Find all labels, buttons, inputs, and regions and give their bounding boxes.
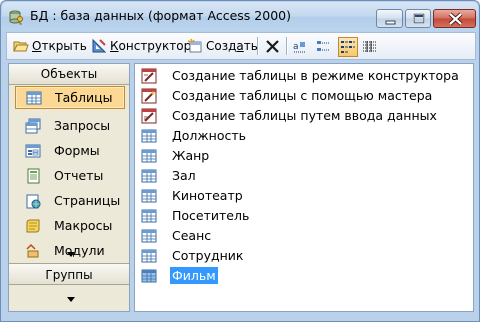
object-item-label: Страницы bbox=[54, 193, 121, 208]
list-item[interactable]: Создание таблицы в режиме конструктора bbox=[141, 66, 461, 85]
window-title: БД : база данных (формат Access 2000) bbox=[30, 8, 291, 23]
query-icon bbox=[25, 118, 41, 133]
create-accel: а bbox=[236, 39, 244, 53]
design-accel: К bbox=[110, 39, 119, 53]
object-item-pages[interactable]: Страницы bbox=[15, 189, 125, 212]
object-item-label: Макросы bbox=[54, 218, 113, 233]
object-item-reports[interactable]: Отчеты bbox=[15, 164, 125, 187]
list-item-label: Сеанс bbox=[172, 228, 212, 243]
list-item[interactable]: Зал bbox=[141, 166, 198, 185]
list-item-label: Создание таблицы в режиме конструктора bbox=[172, 68, 459, 83]
object-item-queries[interactable]: Запросы bbox=[15, 114, 125, 137]
design-icon bbox=[92, 38, 107, 53]
list-item-label: Жанр bbox=[172, 148, 210, 163]
list-item[interactable]: Жанр bbox=[141, 146, 211, 165]
svg-text:a: a bbox=[293, 42, 299, 52]
toolbar-separator bbox=[257, 37, 258, 55]
object-item-macros[interactable]: Макросы bbox=[15, 214, 125, 237]
table-icon bbox=[141, 249, 157, 262]
object-item-tables[interactable]: Таблицы bbox=[15, 86, 125, 109]
form-icon bbox=[25, 144, 41, 157]
create-button[interactable]: Создать bbox=[187, 35, 258, 57]
list-item-label: Фильм bbox=[170, 267, 218, 284]
list-item[interactable]: Сеанс bbox=[141, 226, 213, 245]
wizard-icon bbox=[141, 88, 157, 103]
delete-button[interactable] bbox=[263, 37, 283, 57]
maximize-button[interactable] bbox=[405, 9, 431, 28]
list-item[interactable]: Кинотеатр bbox=[141, 186, 245, 205]
list-item-label: Кинотеатр bbox=[172, 188, 243, 203]
database-window: БД : база данных (формат Access 2000) От… bbox=[0, 0, 480, 322]
large-icons-view-button[interactable]: a bbox=[290, 37, 310, 57]
open-icon bbox=[13, 41, 29, 52]
list-item-label: Посетитель bbox=[172, 208, 250, 223]
list-item-label: Создание таблицы с помощью мастера bbox=[172, 88, 433, 103]
toolbar-separator-2 bbox=[286, 37, 287, 55]
title-bar[interactable]: БД : база данных (формат Access 2000) bbox=[2, 2, 478, 31]
maximize-icon bbox=[413, 13, 425, 24]
wizard-data-icon bbox=[141, 108, 157, 123]
object-item-modules[interactable]: Модули bbox=[15, 239, 125, 262]
table-icon bbox=[141, 269, 157, 282]
design-button[interactable]: Конструктор bbox=[91, 35, 191, 57]
table-icon bbox=[26, 91, 42, 104]
close-button[interactable] bbox=[433, 9, 476, 28]
groups-header[interactable]: Группы bbox=[9, 263, 129, 285]
table-icon bbox=[141, 229, 157, 242]
toolbar: Открыть Конструктор Создать a bbox=[6, 32, 476, 60]
details-view-button[interactable] bbox=[360, 37, 380, 57]
report-icon bbox=[27, 168, 40, 183]
object-item-label: Формы bbox=[54, 143, 100, 158]
module-icon bbox=[26, 243, 39, 257]
objects-scroll-down-icon[interactable] bbox=[67, 252, 75, 257]
table-icon bbox=[141, 209, 157, 222]
list-item[interactable]: Посетитель bbox=[141, 206, 251, 225]
objects-list-pane: Создание таблицы в режиме конструктора С… bbox=[134, 63, 474, 312]
macro-icon bbox=[26, 219, 40, 232]
table-icon bbox=[141, 169, 157, 182]
minimize-button[interactable] bbox=[376, 9, 403, 28]
objects-bar: Объекты Таблицы Запросы Формы Отчеты Стр… bbox=[8, 63, 130, 312]
object-item-label: Модули bbox=[54, 243, 105, 258]
open-button[interactable]: Открыть bbox=[13, 35, 87, 57]
create-label-start: Созд bbox=[206, 39, 237, 53]
create-label-end: ть bbox=[243, 39, 258, 53]
list-item-selected[interactable]: Фильм bbox=[141, 266, 218, 285]
list-item-label: Сотрудник bbox=[172, 248, 244, 263]
list-item-label: Зал bbox=[172, 168, 196, 183]
table-icon bbox=[141, 189, 157, 202]
small-icons-view-icon bbox=[317, 41, 330, 51]
wizard-design-icon bbox=[141, 68, 157, 83]
create-icon bbox=[187, 38, 202, 53]
list-view-icon bbox=[341, 41, 355, 53]
object-item-label: Запросы bbox=[54, 118, 111, 133]
groups-scroll-down-icon[interactable] bbox=[67, 297, 75, 302]
list-item-label: Должность bbox=[172, 128, 247, 143]
details-view-icon bbox=[363, 41, 377, 52]
small-icons-view-button[interactable] bbox=[314, 37, 334, 57]
close-icon bbox=[448, 12, 463, 26]
list-item[interactable]: Создание таблицы с помощью мастера bbox=[141, 86, 434, 105]
groups-area bbox=[9, 285, 129, 311]
list-item[interactable]: Сотрудник bbox=[141, 246, 245, 265]
object-item-label: Таблицы bbox=[55, 90, 113, 105]
large-icons-view-icon: a bbox=[293, 42, 306, 53]
object-item-forms[interactable]: Формы bbox=[15, 139, 125, 162]
page-icon bbox=[26, 194, 41, 208]
object-item-label: Отчеты bbox=[54, 168, 104, 183]
database-key-icon bbox=[9, 10, 23, 25]
table-icon bbox=[141, 149, 157, 162]
list-item[interactable]: Создание таблицы путем ввода данных bbox=[141, 106, 439, 125]
list-view-button[interactable] bbox=[338, 37, 358, 57]
delete-icon bbox=[266, 40, 279, 53]
list-item[interactable]: Должность bbox=[141, 126, 248, 145]
open-label-rest: ткрыть bbox=[41, 39, 87, 53]
objects-header[interactable]: Объекты bbox=[9, 64, 129, 85]
minimize-icon bbox=[385, 20, 396, 25]
table-icon bbox=[141, 129, 157, 142]
design-label-rest: онструктор bbox=[118, 39, 192, 53]
list-item-label: Создание таблицы путем ввода данных bbox=[172, 108, 437, 123]
